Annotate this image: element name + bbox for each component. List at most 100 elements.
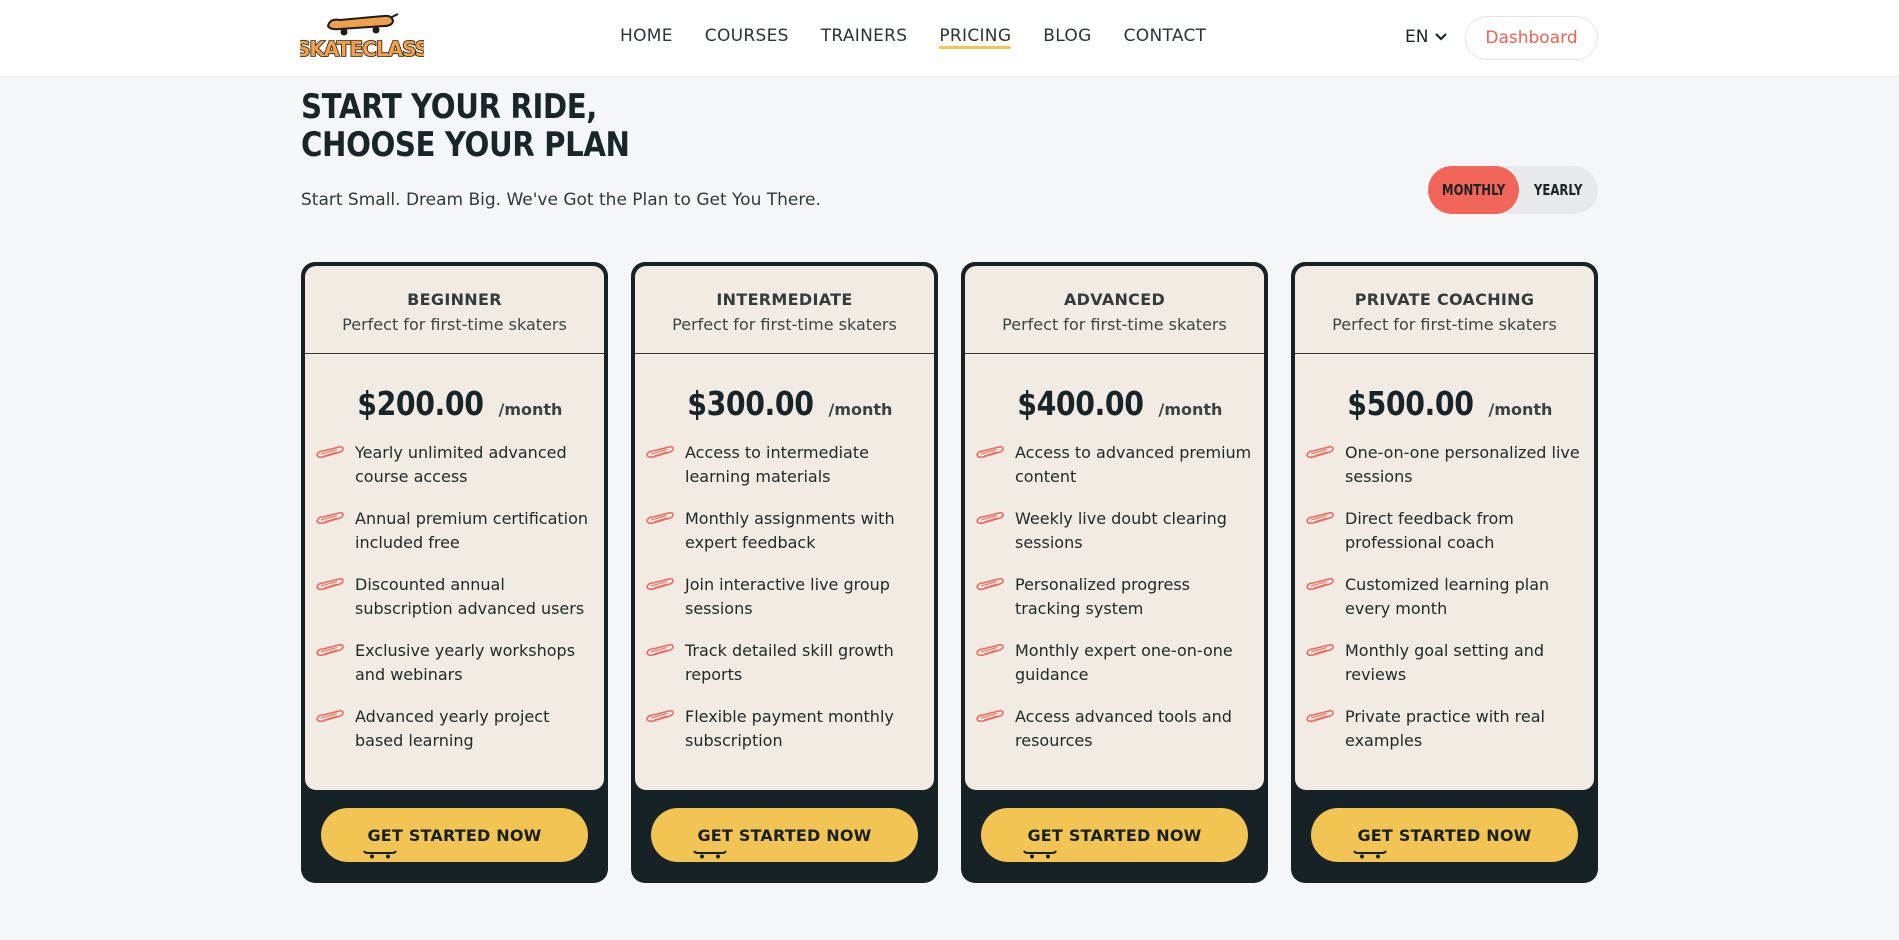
plan-name: ADVANCED [1063, 290, 1166, 309]
skateboard-icon [315, 575, 345, 593]
skateboard-icon [315, 443, 345, 461]
logo-text: SKATECLASS [300, 37, 424, 61]
plan-description: Perfect for first-time skaters [342, 315, 567, 334]
feature-text: Access to intermediate learning material… [685, 443, 869, 486]
feature-text: Yearly unlimited advanced course access [355, 443, 567, 486]
feature-item: Access to advanced premium content [975, 441, 1256, 507]
skateboard-icon [315, 707, 345, 725]
skateclass-logo[interactable]: SKATECLASS [300, 12, 424, 64]
skateboard-icon [645, 641, 675, 659]
cta-label: GET STARTED NOW [1357, 825, 1532, 845]
skateboard-icon [1305, 509, 1335, 527]
feature-item: Monthly assignments with expert feedback [645, 507, 926, 573]
feature-text: Private practice with real examples [1345, 707, 1545, 750]
skateboard-icon [315, 509, 345, 527]
nav-pricing[interactable]: PRICING [939, 26, 1012, 50]
language-selector[interactable]: EN [1405, 27, 1448, 47]
price-period: /month [498, 400, 563, 419]
price-period: /month [1158, 400, 1223, 419]
skateboard-icon [1305, 575, 1335, 593]
feature-item: Direct feedback from professional coach [1305, 507, 1586, 573]
get-started-button[interactable]: GET STARTED NOW [1311, 808, 1578, 862]
skateboard-icon [975, 443, 1005, 461]
skateboard-icon [315, 641, 345, 659]
feature-item: Customized learning plan every month [1305, 573, 1586, 639]
cta-label: GET STARTED NOW [1027, 825, 1202, 845]
feature-text: Track detailed skill growth reports [685, 641, 894, 684]
nav-trainers[interactable]: TRAINERS [821, 26, 908, 50]
plan-price: $500.00 [1346, 384, 1474, 423]
dashboard-button[interactable]: Dashboard [1465, 16, 1598, 60]
skateboard-icon [1353, 844, 1387, 859]
feature-text: Monthly goal setting and reviews [1345, 641, 1545, 684]
feature-text: One-on-one personalized live sessions [1345, 443, 1580, 486]
nav-contact[interactable]: CONTACT [1124, 26, 1207, 50]
feature-list: One-on-one personalized live sessions Di… [1295, 441, 1594, 771]
pricing-card: INTERMEDIATE Perfect for first-time skat… [631, 262, 938, 883]
feature-item: Personalized progress tracking system [975, 573, 1256, 639]
feature-item: Access advanced tools and resources [975, 705, 1256, 771]
skateboard-icon [363, 844, 397, 859]
price-row: $500.00 /month [1295, 384, 1594, 423]
skateboard-icon [975, 509, 1005, 527]
plan-name: BEGINNER [407, 290, 502, 309]
skateboard-icon [975, 575, 1005, 593]
nav-blog[interactable]: BLOG [1043, 26, 1091, 50]
card-header: INTERMEDIATE Perfect for first-time skat… [635, 266, 934, 354]
skateboard-icon [693, 844, 727, 859]
billing-toggle: MONTHLY YEARLY [1428, 166, 1598, 214]
feature-item: Access to intermediate learning material… [645, 441, 926, 507]
feature-item: Monthly goal setting and reviews [1305, 639, 1586, 705]
page-subtitle: Start Small. Dream Big. We've Got the Pl… [301, 190, 821, 210]
toggle-yearly[interactable]: YEARLY [1519, 166, 1598, 214]
card-header: ADVANCED Perfect for first-time skaters [965, 266, 1264, 354]
card-header: PRIVATE COACHING Perfect for first-time … [1295, 266, 1594, 354]
card-body: PRIVATE COACHING Perfect for first-time … [1295, 266, 1594, 790]
page-title: START YOUR RIDE, CHOOSE YOUR PLAN [301, 87, 630, 165]
main-nav: HOME COURSES TRAINERS PRICING BLOG CONTA… [620, 26, 1206, 50]
get-started-button[interactable]: GET STARTED NOW [651, 808, 918, 862]
get-started-button[interactable]: GET STARTED NOW [981, 808, 1248, 862]
feature-item: Flexible payment monthly subscription [645, 705, 926, 771]
card-header: BEGINNER Perfect for first-time skaters [305, 266, 604, 354]
feature-item: Annual premium certification included fr… [315, 507, 596, 573]
get-started-button[interactable]: GET STARTED NOW [321, 808, 588, 862]
feature-item: Exclusive yearly workshops and webinars [315, 639, 596, 705]
card-body: BEGINNER Perfect for first-time skaters … [305, 266, 604, 790]
nav-home[interactable]: HOME [620, 26, 673, 50]
feature-item: Track detailed skill growth reports [645, 639, 926, 705]
price-row: $300.00 /month [635, 384, 934, 423]
price-row: $400.00 /month [965, 384, 1264, 423]
cta-label: GET STARTED NOW [697, 825, 872, 845]
skateboard-icon [975, 707, 1005, 725]
feature-text: Join interactive live group sessions [685, 575, 890, 618]
feature-text: Weekly live doubt clearing sessions [1015, 509, 1227, 552]
language-label: EN [1405, 27, 1429, 47]
plan-description: Perfect for first-time skaters [672, 315, 897, 334]
toggle-monthly[interactable]: MONTHLY [1428, 166, 1519, 214]
feature-text: Direct feedback from professional coach [1345, 509, 1514, 552]
price-row: $200.00 /month [305, 384, 604, 423]
price-period: /month [1488, 400, 1553, 419]
feature-item: Advanced yearly project based learning [315, 705, 596, 771]
feature-text: Advanced yearly project based learning [355, 707, 550, 750]
plan-name: PRIVATE COACHING [1354, 290, 1535, 309]
skateboard-icon [645, 707, 675, 725]
feature-text: Monthly assignments with expert feedback [685, 509, 895, 552]
feature-item: Private practice with real examples [1305, 705, 1586, 771]
skateboard-icon [1305, 641, 1335, 659]
skateboard-icon [1023, 844, 1057, 859]
feature-list: Access to intermediate learning material… [635, 441, 934, 771]
feature-item: One-on-one personalized live sessions [1305, 441, 1586, 507]
feature-text: Exclusive yearly workshops and webinars [355, 641, 576, 684]
skateboard-icon [645, 575, 675, 593]
feature-item: Weekly live doubt clearing sessions [975, 507, 1256, 573]
feature-item: Join interactive live group sessions [645, 573, 926, 639]
feature-list: Access to advanced premium content Weekl… [965, 441, 1264, 771]
feature-text: Customized learning plan every month [1345, 575, 1550, 618]
cta-label: GET STARTED NOW [367, 825, 542, 845]
pricing-card: ADVANCED Perfect for first-time skaters … [961, 262, 1268, 883]
feature-item: Monthly expert one-on-one guidance [975, 639, 1256, 705]
pricing-card: BEGINNER Perfect for first-time skaters … [301, 262, 608, 883]
nav-courses[interactable]: COURSES [705, 26, 789, 50]
